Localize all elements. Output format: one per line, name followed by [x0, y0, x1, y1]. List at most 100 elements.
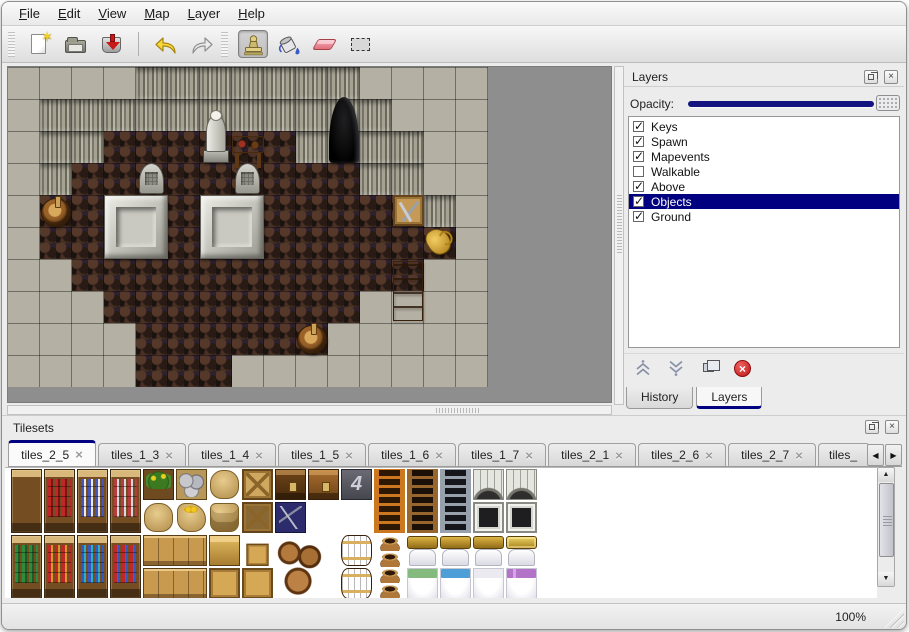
layer-row-keys[interactable]: Keys: [629, 119, 899, 134]
map-tile[interactable]: [104, 131, 136, 163]
tileset-tab-tiles_1_5[interactable]: tiles_1_5×: [278, 443, 366, 466]
menu-item-edit[interactable]: Edit: [49, 3, 89, 24]
lower-layer-button[interactable]: [665, 358, 689, 380]
map-tile[interactable]: [168, 291, 200, 323]
map-tile[interactable]: [456, 355, 488, 387]
map-tile[interactable]: [40, 291, 72, 323]
tileset-tile[interactable]: [209, 535, 240, 566]
layer-row-spawn[interactable]: Spawn: [629, 134, 899, 149]
tab-close-icon[interactable]: ×: [525, 448, 533, 463]
float-panel-icon[interactable]: [864, 70, 878, 84]
map-tile[interactable]: [456, 323, 488, 355]
map-tile[interactable]: [392, 323, 424, 355]
map-tile[interactable]: [296, 163, 328, 195]
tileset-tiles[interactable]: 4: [10, 468, 550, 598]
map-tile[interactable]: [296, 355, 328, 387]
map-tile[interactable]: [200, 259, 232, 291]
map-object-cabinet[interactable]: [393, 261, 423, 321]
map-tile[interactable]: [296, 291, 328, 323]
map-tile[interactable]: [328, 259, 360, 291]
tileset-tab-tiles_2_7[interactable]: tiles_2_7×: [728, 443, 816, 466]
tab-close-icon[interactable]: ×: [615, 448, 623, 463]
tab-close-icon[interactable]: ×: [345, 448, 353, 463]
tab-close-icon[interactable]: ×: [165, 448, 173, 463]
map-tile[interactable]: [136, 291, 168, 323]
tab-close-icon[interactable]: ×: [435, 448, 443, 463]
map-tile[interactable]: [40, 131, 72, 163]
map-tile[interactable]: [8, 195, 40, 227]
map-tile[interactable]: [392, 355, 424, 387]
map[interactable]: [8, 67, 488, 387]
map-tile[interactable]: [424, 259, 456, 291]
tileset-tile[interactable]: [506, 502, 537, 533]
map-tile[interactable]: [296, 67, 328, 99]
map-tile[interactable]: [8, 291, 40, 323]
tileset-tile[interactable]: [374, 535, 405, 598]
close-panel-icon[interactable]: ×: [884, 70, 898, 84]
toolbar-select-tool[interactable]: [346, 30, 376, 58]
tileset-tile[interactable]: [110, 469, 141, 533]
map-tile[interactable]: [424, 131, 456, 163]
map-tile[interactable]: [104, 99, 136, 131]
tileset-tile[interactable]: [473, 535, 504, 566]
map-tile[interactable]: [72, 259, 104, 291]
map-tile[interactable]: [232, 99, 264, 131]
map-tile[interactable]: [8, 99, 40, 131]
tileset-tile[interactable]: [143, 568, 207, 598]
map-object-barrel[interactable]: [41, 198, 71, 227]
map-tile[interactable]: [360, 131, 392, 163]
menu-item-file[interactable]: File: [10, 3, 49, 24]
tileset-tile[interactable]: [242, 502, 273, 533]
map-tile[interactable]: [8, 259, 40, 291]
toolbar-save-button[interactable]: [97, 30, 127, 58]
map-tile[interactable]: [392, 163, 424, 195]
map-tile[interactable]: [392, 227, 424, 259]
layer-visibility-checkbox[interactable]: [633, 121, 644, 132]
tileset-tab-tiles_1_4[interactable]: tiles_1_4×: [188, 443, 276, 466]
map-tile[interactable]: [72, 355, 104, 387]
tileset-tile[interactable]: [407, 535, 438, 566]
tab-close-icon[interactable]: ×: [705, 448, 713, 463]
menu-item-map[interactable]: Map: [135, 3, 178, 24]
map-tile[interactable]: [104, 323, 136, 355]
map-tile[interactable]: [328, 323, 360, 355]
map-tile[interactable]: [360, 195, 392, 227]
tileset-tab-tiles_1_3[interactable]: tiles_1_3×: [98, 443, 186, 466]
tileset-tile[interactable]: [77, 535, 108, 598]
map-tile[interactable]: [72, 131, 104, 163]
map-tile[interactable]: [200, 67, 232, 99]
map-tile[interactable]: [360, 259, 392, 291]
layer-row-ground[interactable]: Ground: [629, 209, 899, 224]
map-tile[interactable]: [72, 163, 104, 195]
map-tile[interactable]: [296, 131, 328, 163]
tileset-tile[interactable]: [440, 568, 471, 598]
layer-visibility-checkbox[interactable]: [633, 181, 644, 192]
toolbar-open-button[interactable]: [61, 30, 91, 58]
map-tile[interactable]: [136, 131, 168, 163]
map-tile[interactable]: [328, 355, 360, 387]
toolbar-drag-handle[interactable]: [8, 31, 15, 57]
map-tile[interactable]: [456, 291, 488, 323]
toolbar-undo-button[interactable]: [150, 30, 180, 58]
tileset-tile[interactable]: [77, 469, 108, 533]
map-tile[interactable]: [360, 291, 392, 323]
layer-visibility-checkbox[interactable]: [633, 211, 644, 222]
map-tile[interactable]: [72, 227, 104, 259]
map-tile[interactable]: [328, 291, 360, 323]
raise-layer-button[interactable]: [632, 358, 656, 380]
layer-visibility-checkbox[interactable]: [633, 151, 644, 162]
map-tile[interactable]: [264, 355, 296, 387]
map-tile[interactable]: [424, 163, 456, 195]
tileset-tile[interactable]: [506, 469, 537, 500]
toolbar-redo-button[interactable]: [186, 30, 216, 58]
tileset-tab-tiles_2_5[interactable]: tiles_2_5×: [8, 440, 96, 466]
map-tile[interactable]: [104, 259, 136, 291]
map-tile[interactable]: [104, 163, 136, 195]
map-tile[interactable]: [264, 195, 296, 227]
tileset-tile[interactable]: [246, 544, 268, 566]
tileset-tile[interactable]: [374, 469, 405, 533]
scroll-up-button[interactable]: ▲: [878, 468, 894, 482]
tileset-tile[interactable]: [44, 469, 75, 533]
map-tile[interactable]: [456, 131, 488, 163]
map-tile[interactable]: [40, 67, 72, 99]
